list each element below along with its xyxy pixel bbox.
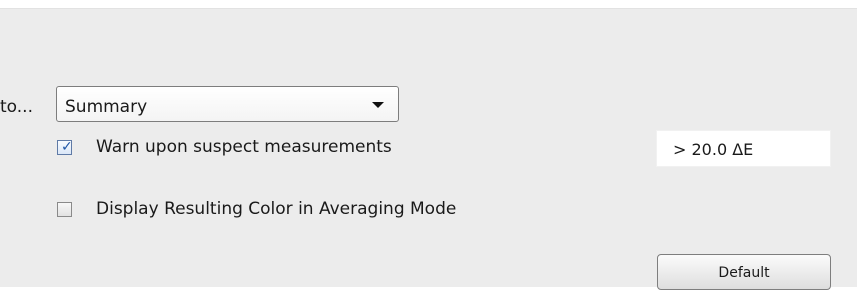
threshold-value: > 20.0 ΔE bbox=[673, 140, 754, 159]
display-resulting-color-checkbox[interactable] bbox=[57, 202, 72, 217]
default-button-label: Default bbox=[718, 265, 770, 281]
top-border-strip bbox=[0, 0, 857, 8]
chevron-down-icon bbox=[372, 102, 384, 108]
dropdown-selected-value: Summary bbox=[65, 97, 148, 117]
output-select-dropdown[interactable]: Summary bbox=[56, 86, 399, 122]
display-resulting-color-label: Display Resulting Color in Averaging Mod… bbox=[96, 199, 457, 219]
warn-suspect-checkbox[interactable]: ✓ bbox=[57, 139, 73, 155]
threshold-field[interactable]: > 20.0 ΔE bbox=[656, 130, 831, 167]
output-target-label: to... bbox=[0, 97, 33, 117]
default-button[interactable]: Default bbox=[657, 254, 831, 290]
settings-panel: to... Summary ✓ Warn upon suspect measur… bbox=[0, 8, 857, 290]
warn-suspect-label: Warn upon suspect measurements bbox=[96, 137, 392, 157]
checkmark-icon: ✓ bbox=[61, 139, 73, 155]
